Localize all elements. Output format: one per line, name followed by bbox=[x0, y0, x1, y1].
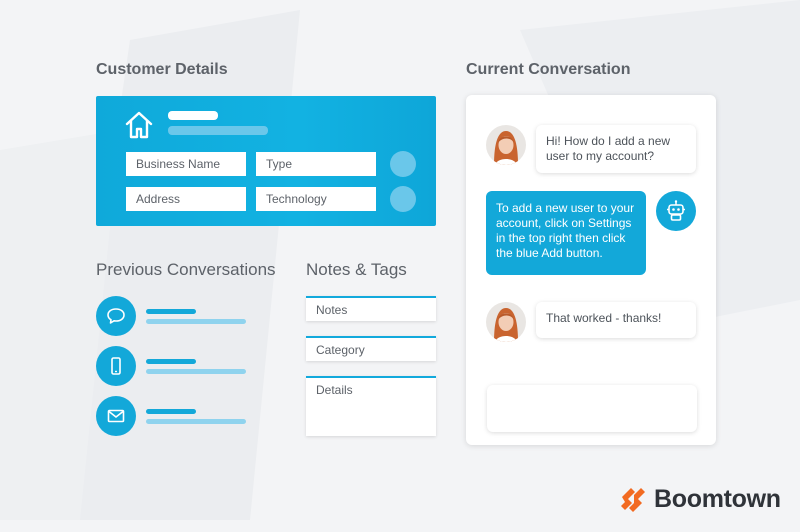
technology-field[interactable]: Technology bbox=[256, 187, 376, 211]
chat-message-user: That worked - thanks! bbox=[536, 302, 696, 338]
chat-message-input[interactable] bbox=[487, 385, 697, 432]
conversation-title-placeholder bbox=[146, 359, 196, 364]
previous-conversations-title: Previous Conversations bbox=[96, 260, 276, 279]
details-field[interactable]: Details bbox=[306, 376, 436, 436]
conversation-title-placeholder bbox=[146, 409, 196, 414]
category-field[interactable]: Category bbox=[306, 336, 436, 361]
conversation-summary-placeholder bbox=[146, 369, 246, 374]
user-avatar bbox=[486, 125, 526, 165]
boomtown-logo-mark-icon bbox=[621, 488, 645, 512]
mobile-phone-icon[interactable] bbox=[96, 346, 136, 386]
chat-message-user: Hi! How do I add a new user to my accoun… bbox=[536, 125, 696, 173]
chat-message-bot: To add a new user to your account, click… bbox=[486, 191, 646, 275]
customer-name-placeholder bbox=[168, 111, 218, 120]
conversation-title-placeholder bbox=[146, 309, 196, 314]
robot-icon bbox=[656, 191, 696, 231]
notes-tags-title: Notes & Tags bbox=[306, 260, 407, 279]
status-indicator bbox=[390, 186, 416, 212]
address-field[interactable]: Address bbox=[126, 187, 246, 211]
notes-field[interactable]: Notes bbox=[306, 296, 436, 321]
status-indicator bbox=[390, 151, 416, 177]
brand-name: Boomtown bbox=[654, 484, 781, 513]
type-field[interactable]: Type bbox=[256, 152, 376, 176]
conversation-summary-placeholder bbox=[146, 319, 246, 324]
business-name-field[interactable]: Business Name bbox=[126, 152, 246, 176]
envelope-icon[interactable] bbox=[96, 396, 136, 436]
home-icon bbox=[125, 111, 153, 139]
conversation-summary-placeholder bbox=[146, 419, 246, 424]
current-conversation-title: Current Conversation bbox=[466, 61, 631, 78]
customer-details-card: Business Name Type Address Technology bbox=[96, 96, 436, 226]
customer-details-title: Customer Details bbox=[96, 61, 228, 78]
chat-bubble-icon[interactable] bbox=[96, 296, 136, 336]
customer-subtitle-placeholder bbox=[168, 126, 268, 135]
boomtown-logo: Boomtown bbox=[618, 484, 781, 514]
user-avatar bbox=[486, 302, 526, 342]
